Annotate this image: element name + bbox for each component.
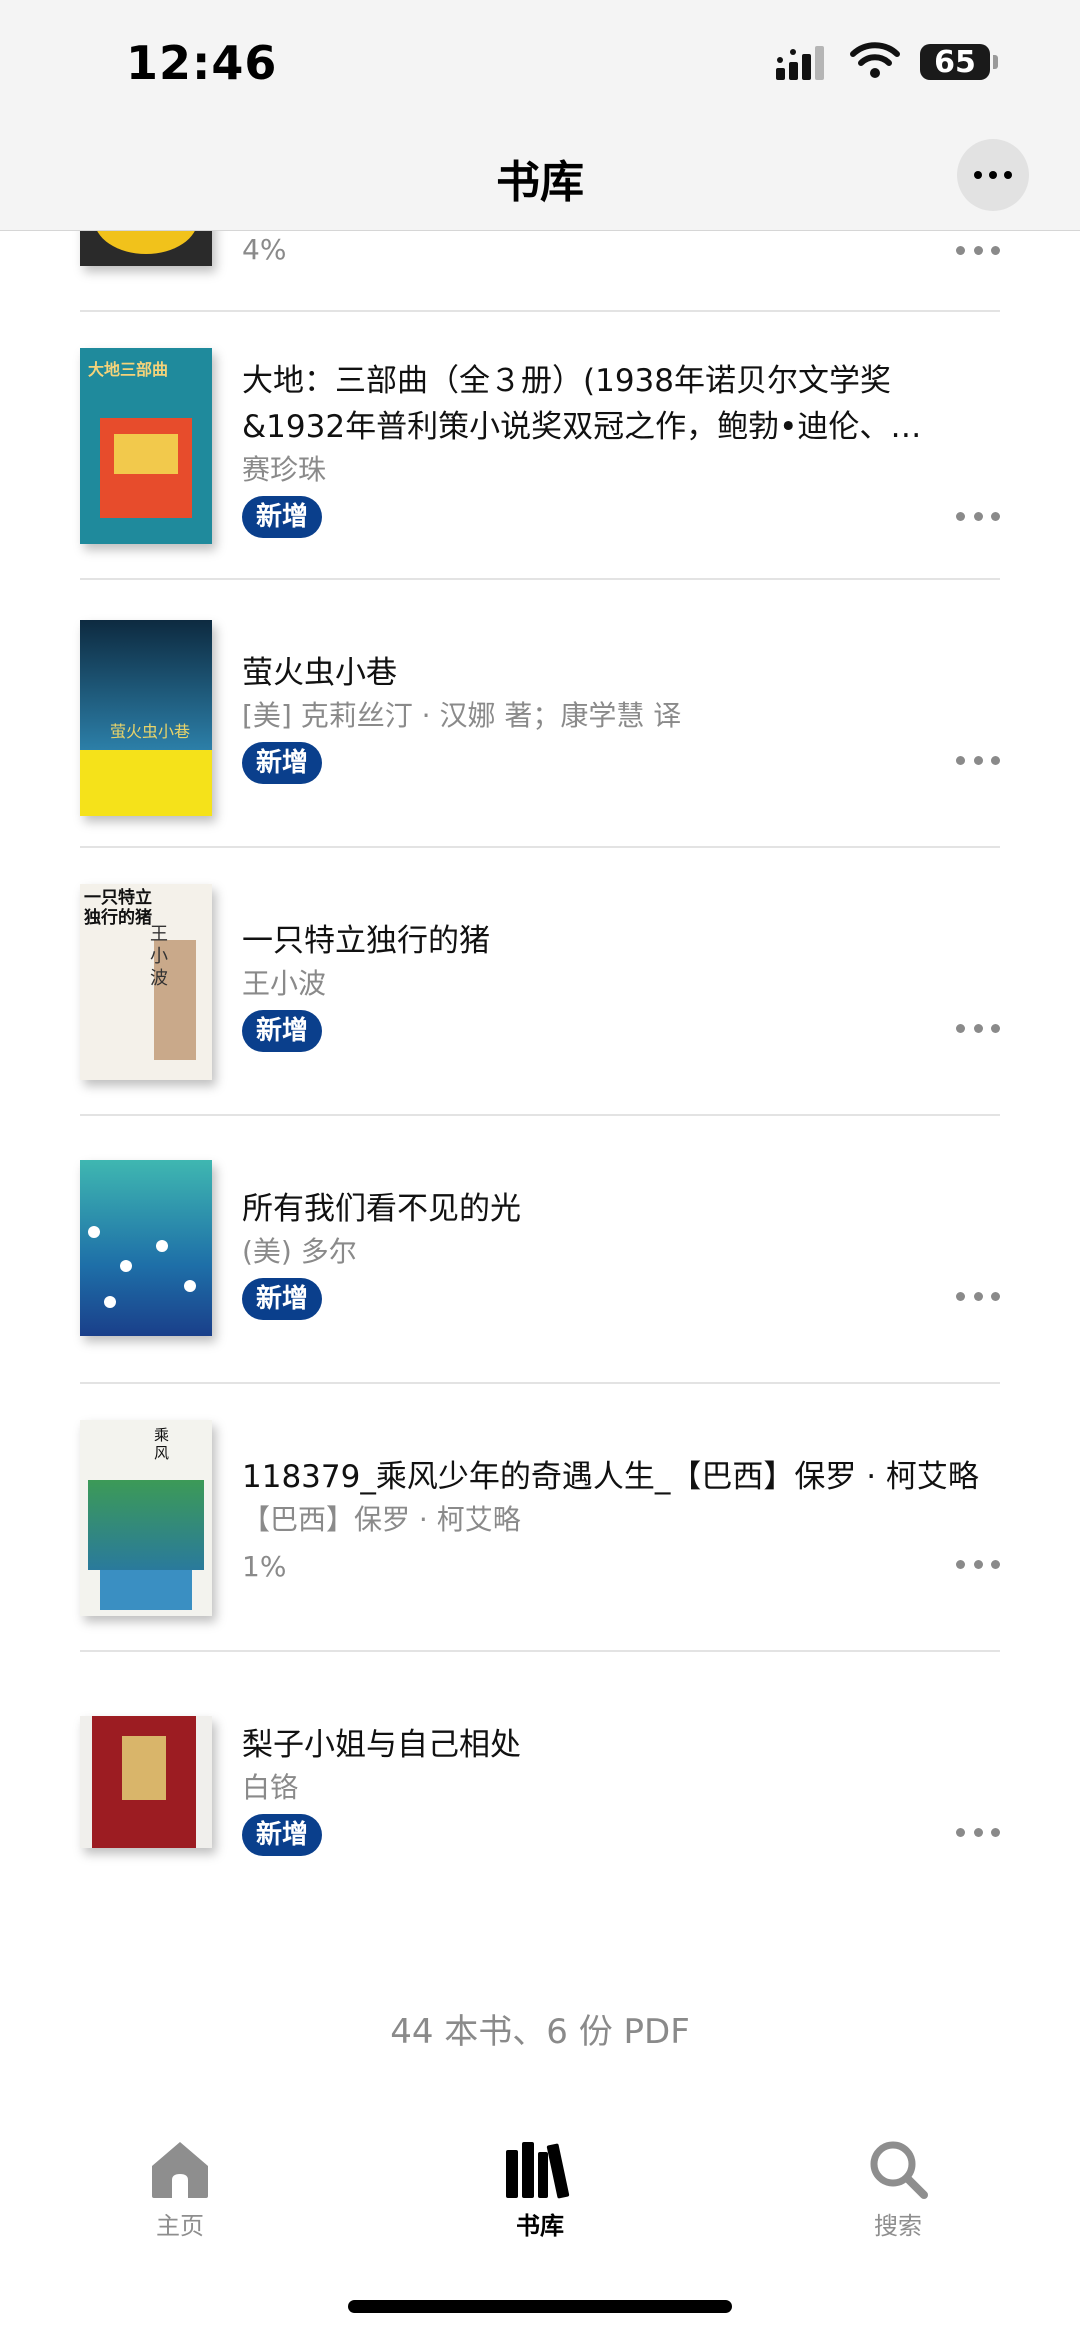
more-options-button[interactable] — [956, 240, 1000, 260]
more-options-button[interactable] — [956, 750, 1000, 770]
new-badge: 新增 — [242, 742, 323, 784]
book-title: 118379_乘风少年的奇遇人生_【巴西】保罗 · 柯艾略 — [242, 1459, 979, 1495]
tab-label: 书库 — [516, 2212, 564, 2240]
book-author: 赛珍珠 — [242, 453, 327, 486]
book-title: 梨子小姐与自己相处 — [242, 1727, 521, 1763]
cellular-signal-icon — [776, 46, 824, 80]
book-row[interactable]: 乘风 118379_乘风少年的奇遇人生_【巴西】保罗 · 柯艾略 【巴西】保罗 … — [80, 1384, 1000, 1652]
home-icon — [152, 2142, 208, 2198]
library-icon — [506, 2142, 570, 2199]
book-cover — [80, 1716, 212, 1848]
search-icon — [870, 2141, 928, 2199]
tab-label: 搜索 — [874, 2212, 922, 2240]
tab-home[interactable]: 主页 — [100, 2138, 260, 2241]
battery-tip — [993, 55, 998, 69]
more-options-button[interactable] — [956, 1286, 1000, 1306]
tab-label: 主页 — [156, 2212, 204, 2240]
top-bar: 12:46 65 书库 — [0, 0, 1080, 231]
book-cover: 一只特立 独行的猪 王小波 — [80, 884, 212, 1080]
more-options-button[interactable] — [956, 1554, 1000, 1574]
battery-indicator: 65 — [920, 44, 990, 80]
book-author: 王小波 — [242, 967, 327, 1000]
status-time: 12:46 — [126, 36, 278, 90]
book-cover: 大地三部曲 — [80, 348, 212, 544]
book-row[interactable]: 萤火虫小巷 萤火虫小巷 [美] 克莉丝汀 · 汉娜 著；康学慧 译 新增 — [80, 580, 1000, 848]
new-badge: 新增 — [242, 1278, 323, 1320]
book-cover: 萤火虫小巷 — [80, 620, 212, 816]
new-badge: 新增 — [242, 1814, 323, 1856]
book-author: (美) 多尔 — [242, 1235, 357, 1268]
tab-library[interactable]: 书库 — [460, 2138, 620, 2241]
book-cover: 乘风 — [80, 1420, 212, 1616]
more-options-button[interactable] — [956, 1822, 1000, 1842]
page-title: 书库 — [496, 157, 584, 208]
book-row[interactable]: 一只特立 独行的猪 王小波 一只特立独行的猪 王小波 新增 — [80, 848, 1000, 1116]
book-row[interactable]: 所有我们看不见的光 (美) 多尔 新增 — [80, 1116, 1000, 1384]
book-title: 大地：三部曲（全３册）(1938年诺贝尔文学奖&1932年普利策小说奖双冠之作，… — [242, 363, 891, 445]
book-title: 所有我们看不见的光 — [242, 1191, 521, 1227]
book-row[interactable]: 梨子小姐与自己相处 白铬 新增 — [80, 1652, 1000, 1918]
more-options-button[interactable] — [956, 506, 1000, 526]
tab-search[interactable]: 搜索 — [818, 2138, 978, 2241]
book-author: 白铬 — [242, 1771, 299, 1804]
book-title: 萤火虫小巷 — [242, 655, 397, 691]
new-badge: 新增 — [242, 1010, 323, 1052]
reading-progress: 4% — [242, 233, 287, 266]
reading-progress: 1% — [242, 1550, 287, 1583]
more-options-button[interactable] — [956, 1018, 1000, 1038]
more-menu-button[interactable] — [957, 139, 1029, 211]
book-author: [美] 克莉丝汀 · 汉娜 著；康学慧 译 — [242, 699, 682, 732]
book-row[interactable]: 大地三部曲 大地：三部曲（全３册）(1938年诺贝尔文学奖&1932年普利策小说… — [80, 312, 1000, 580]
library-summary: 44 本书、6 份 PDF — [390, 2012, 690, 2052]
wifi-icon — [850, 42, 900, 78]
book-author: 【巴西】保罗 · 柯艾略 — [242, 1503, 521, 1536]
book-title: 一只特立独行的猪 — [242, 923, 490, 959]
new-badge: 新增 — [242, 496, 323, 538]
book-cover — [80, 1160, 212, 1336]
home-indicator — [348, 2300, 732, 2313]
library-screen: 4% 大地三部曲 大地：三部曲（全３册）(1938年诺贝尔文学奖&1932年普利… — [0, 0, 1080, 2337]
